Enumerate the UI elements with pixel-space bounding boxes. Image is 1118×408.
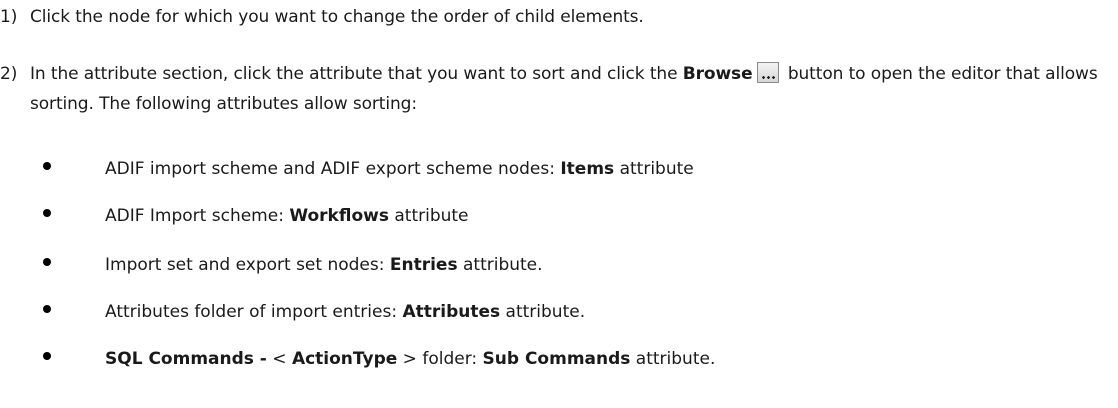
list-item: ADIF Import scheme: Workflows attribute <box>0 201 1110 231</box>
list-item-text: Import set and export set nodes: Entries… <box>105 255 543 275</box>
list-item-text: SQL Commands - < ActionType > folder: Su… <box>105 349 716 369</box>
list-item: Attributes folder of import entries: Att… <box>0 297 1110 327</box>
step-text: In the attribute section, click the attr… <box>30 62 1098 114</box>
list-item-text: Attributes folder of import entries: Att… <box>105 302 586 322</box>
step-2: 2) In the attribute section, click the a… <box>0 59 1110 119</box>
list-item-text: ADIF Import scheme: Workflows attribute <box>105 206 469 226</box>
browse-icon <box>756 62 779 83</box>
bullet-dot <box>43 305 51 313</box>
step-number: 2) <box>0 64 18 84</box>
list-item-text: ADIF import scheme and ADIF export schem… <box>105 159 694 179</box>
list-item: Import set and export set nodes: Entries… <box>0 250 1110 280</box>
instruction-document: 1) Click the node for which you want to … <box>0 0 1118 408</box>
list-item: SQL Commands - < ActionType > folder: Su… <box>0 344 1110 374</box>
bullet-dot <box>43 162 51 170</box>
bullet-dot <box>43 352 51 360</box>
browse-label: Browse <box>682 64 753 84</box>
step-number: 1) <box>0 7 18 27</box>
step-text: Click the node for which you want to cha… <box>30 7 644 27</box>
list-item: ADIF import scheme and ADIF export schem… <box>0 154 1110 184</box>
step-1: 1) Click the node for which you want to … <box>0 2 1110 32</box>
bullet-dot <box>43 258 51 266</box>
bullet-dot <box>43 209 51 217</box>
